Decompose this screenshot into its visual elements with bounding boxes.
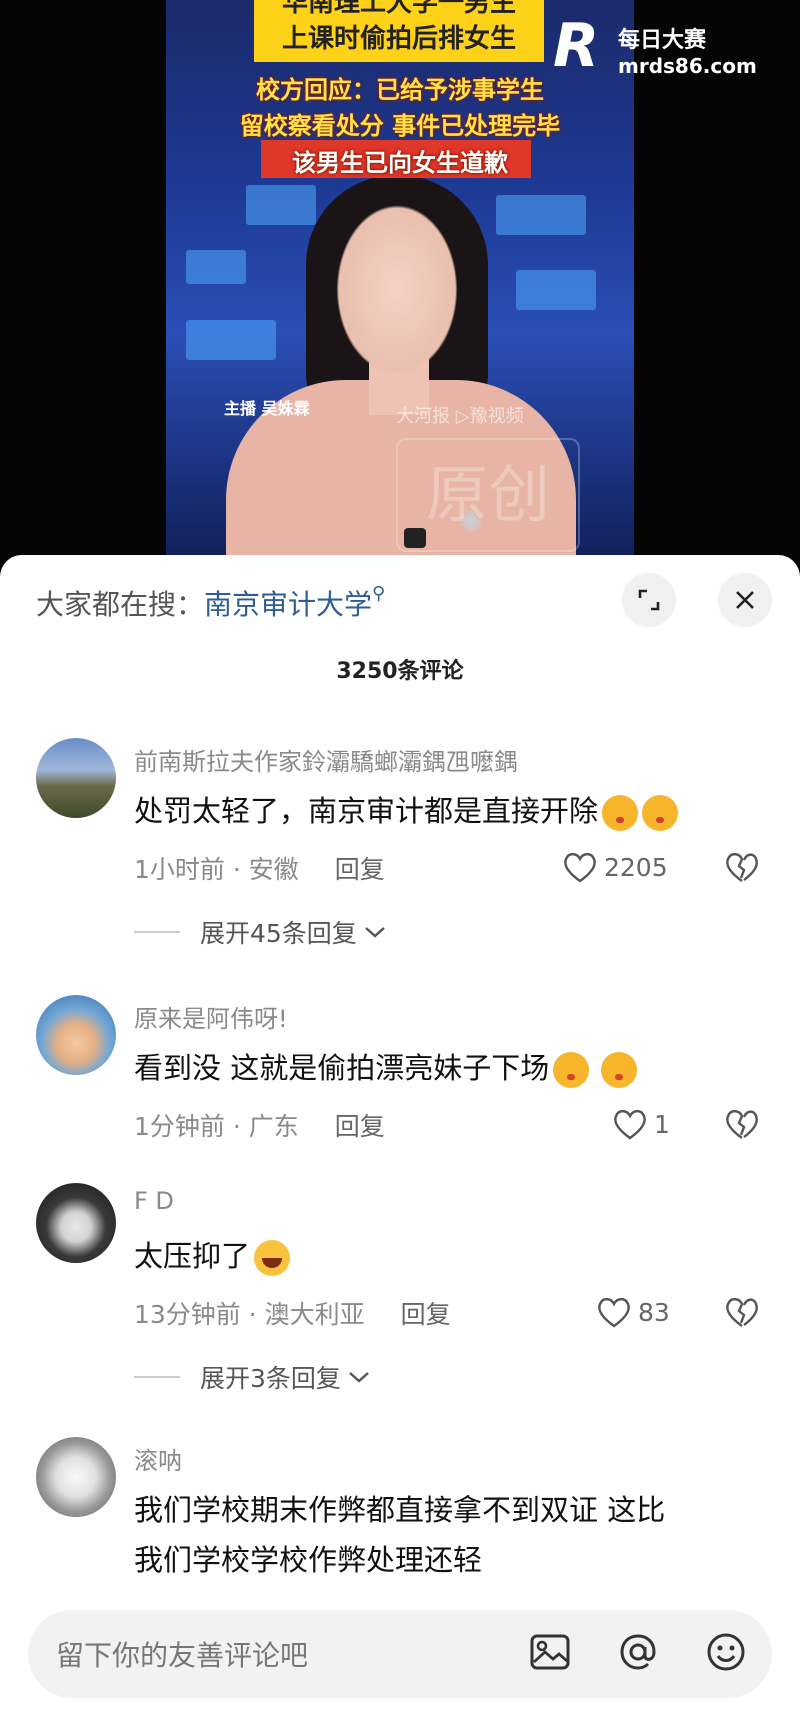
image-icon bbox=[530, 1634, 570, 1670]
comment-text: 处罚太轻了，南京审计都是直接开除 bbox=[134, 786, 774, 836]
comment-text-content: 太压抑了 bbox=[134, 1239, 251, 1273]
background-screen bbox=[186, 320, 276, 360]
background-screen bbox=[186, 250, 246, 284]
comment-sheet: 大家都在搜：南京审计大学⚲ 3250条评论 前南斯拉夫作家鈴灞驕螂灞鍝乪嚒鍝 处… bbox=[0, 555, 800, 1715]
chevron-down-icon bbox=[349, 1372, 369, 1383]
like-button[interactable]: 1 bbox=[612, 1107, 670, 1141]
comment-text: 太压抑了 bbox=[134, 1231, 774, 1281]
comment-item: F D 太压抑了 13分钟前 · 澳大利亚 回复 83 展开3条回复 bbox=[0, 1183, 800, 1403]
dislike-button[interactable] bbox=[724, 850, 760, 888]
kiss-emoji-icon bbox=[642, 795, 679, 831]
comment-meta: 1小时前 · 安徽 回复 bbox=[134, 850, 385, 886]
at-sign-icon bbox=[620, 1634, 656, 1670]
heart-icon bbox=[614, 1109, 646, 1140]
expand-replies-label: 展开45条回复 bbox=[200, 919, 357, 948]
comment-meta: 1分钟前 · 广东 回复 bbox=[134, 1107, 385, 1143]
expand-sheet-button[interactable] bbox=[622, 573, 676, 627]
anchor-face bbox=[322, 185, 472, 375]
chevron-down-icon bbox=[365, 927, 385, 938]
headline-box: 华南理工大学一男生 上课时偷拍后排女生 bbox=[254, 0, 544, 62]
comment-text-line: 我们学校学校作弊处理还轻 bbox=[134, 1543, 483, 1577]
comment-text-content: 看到没 这就是偷拍漂亮妹子下场 bbox=[134, 1051, 550, 1085]
avatar[interactable] bbox=[36, 1183, 116, 1263]
broken-heart-icon bbox=[726, 1297, 758, 1327]
image-button[interactable] bbox=[528, 1630, 572, 1678]
reply-button[interactable]: 回复 bbox=[335, 855, 385, 884]
close-icon bbox=[736, 591, 754, 609]
comment-item: 滚呐 我们学校期末作弊都直接拿不到双证 这比 我们学校学校作弊处理还轻 bbox=[0, 1437, 800, 1597]
site-watermark: R 每日大赛 mrds86.com bbox=[548, 12, 788, 88]
comment-count: 3250条评论 bbox=[336, 659, 464, 684]
broken-heart-icon bbox=[726, 1109, 758, 1139]
heart-icon bbox=[564, 852, 596, 883]
comment-item: 前南斯拉夫作家鈴灞驕螂灞鍝乪嚒鍝 处罚太轻了，南京审计都是直接开除 1小时前 ·… bbox=[0, 738, 800, 968]
search-icon: ⚲ bbox=[372, 583, 386, 604]
like-button[interactable]: 2205 bbox=[562, 850, 668, 884]
expand-replies-button[interactable]: 展开3条回复 bbox=[134, 1359, 371, 1395]
comment-text-line: 我们学校期末作弊都直接拿不到双证 这比 bbox=[134, 1493, 666, 1527]
comment-meta: 13分钟前 · 澳大利亚 回复 bbox=[134, 1295, 451, 1331]
watermark-url: mrds86.com bbox=[618, 54, 757, 78]
smiley-icon bbox=[707, 1633, 745, 1671]
comment-username[interactable]: 前南斯拉夫作家鈴灞驕螂灞鍝乪嚒鍝 bbox=[134, 742, 518, 777]
like-button[interactable]: 83 bbox=[596, 1295, 670, 1329]
dislike-button[interactable] bbox=[724, 1107, 760, 1145]
background-screen bbox=[246, 185, 316, 225]
divider bbox=[134, 1376, 180, 1378]
headline-line1: 华南理工大学一男生 bbox=[281, 0, 516, 18]
comment-input-placeholder[interactable]: 留下你的友善评论吧 bbox=[56, 1634, 308, 1674]
mention-button[interactable] bbox=[616, 1630, 660, 1678]
watermark-logo-icon: R bbox=[553, 11, 600, 81]
subtitle-line3: 该男生已向女生道歉 bbox=[292, 149, 508, 177]
comment-time: 1分钟前 · 广东 bbox=[134, 1112, 299, 1141]
background-screen bbox=[496, 195, 586, 235]
original-stamp: 原创 bbox=[396, 438, 580, 552]
emoji-button[interactable] bbox=[704, 1630, 748, 1678]
source-watermark: 大河报 ▷豫视频 bbox=[396, 406, 524, 427]
heart-icon bbox=[598, 1297, 630, 1328]
like-count: 2205 bbox=[604, 852, 668, 882]
comment-text: 看到没 这就是偷拍漂亮妹子下场 bbox=[134, 1043, 774, 1093]
reply-button[interactable]: 回复 bbox=[335, 1112, 385, 1141]
anchor-name-label: 主播 吴姝霖 bbox=[224, 399, 310, 418]
avatar[interactable] bbox=[36, 738, 116, 818]
divider bbox=[134, 931, 180, 933]
comment-input-bar[interactable]: 留下你的友善评论吧 bbox=[28, 1610, 772, 1698]
comment-item: 原来是阿伟呀! 看到没 这就是偷拍漂亮妹子下场 1分钟前 · 广东 回复 1 bbox=[0, 995, 800, 1155]
comment-time: 13分钟前 · 澳大利亚 bbox=[134, 1300, 365, 1329]
expand-icon bbox=[638, 589, 660, 611]
avatar[interactable] bbox=[36, 995, 116, 1075]
subtitle-line2: 留校察看处分 事件已处理完毕 bbox=[239, 112, 561, 140]
avatar[interactable] bbox=[36, 1437, 116, 1517]
comment-text: 我们学校期末作弊都直接拿不到双证 这比 我们学校学校作弊处理还轻 bbox=[134, 1485, 774, 1585]
close-button[interactable] bbox=[718, 573, 772, 627]
crying-laugh-emoji-icon bbox=[254, 1240, 291, 1276]
trending-search[interactable]: 大家都在搜：南京审计大学⚲ bbox=[36, 583, 385, 623]
comment-username[interactable]: 原来是阿伟呀! bbox=[134, 999, 288, 1034]
kiss-emoji-icon bbox=[553, 1052, 590, 1088]
background-screen bbox=[516, 270, 596, 310]
comment-username[interactable]: 滚呐 bbox=[134, 1441, 182, 1476]
like-count: 83 bbox=[638, 1297, 670, 1327]
comment-username[interactable]: F D bbox=[134, 1187, 174, 1215]
expand-replies-button[interactable]: 展开45条回复 bbox=[134, 914, 387, 950]
expand-replies-label: 展开3条回复 bbox=[200, 1364, 341, 1393]
broken-heart-icon bbox=[726, 852, 758, 882]
reply-button[interactable]: 回复 bbox=[401, 1300, 451, 1329]
like-count: 1 bbox=[654, 1109, 670, 1139]
video-player[interactable]: ✺ 华南理工大学一男生 上课时偷拍后排女生 校方回应：已给予涉事学生 留校察看处… bbox=[0, 0, 800, 570]
comment-text-content: 处罚太轻了，南京审计都是直接开除 bbox=[134, 794, 599, 828]
comment-time: 1小时前 · 安徽 bbox=[134, 855, 299, 884]
headline-line2: 上课时偷拍后排女生 bbox=[281, 24, 516, 54]
watermark-name: 每日大赛 bbox=[618, 28, 707, 53]
trending-search-prefix: 大家都在搜： bbox=[36, 588, 205, 621]
trending-search-keyword[interactable]: 南京审计大学 bbox=[204, 588, 372, 621]
kiss-emoji-icon bbox=[601, 1052, 638, 1088]
kiss-emoji-icon bbox=[602, 795, 639, 831]
dislike-button[interactable] bbox=[724, 1295, 760, 1333]
